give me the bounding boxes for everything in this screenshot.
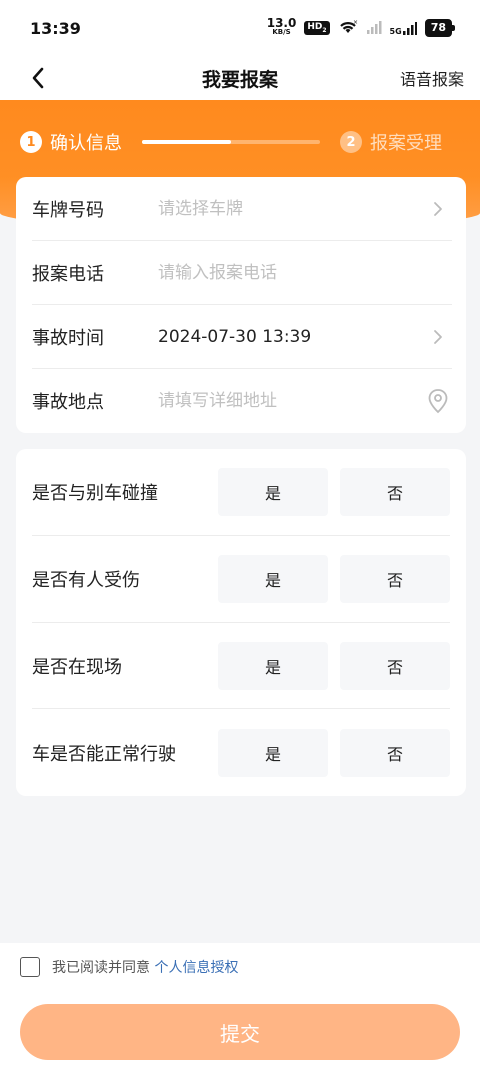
step-report-accepted: 2 报案受理 xyxy=(340,129,442,155)
nav-bar: 我要报案 语音报案 xyxy=(0,56,480,100)
page-title: 我要报案 xyxy=(201,68,278,91)
step-indicator: 1 确认信息 2 报案受理 xyxy=(20,128,460,156)
location-pin-icon[interactable] xyxy=(426,389,450,414)
hd-icon: HD2 xyxy=(304,21,330,35)
personal-info-link[interactable]: 个人信息授权 xyxy=(154,960,238,976)
voice-report-button[interactable]: 语音报案 xyxy=(400,66,464,90)
step-label: 报案受理 xyxy=(370,133,442,154)
chevron-right-icon xyxy=(426,197,450,221)
yes-button[interactable]: 是 xyxy=(218,641,328,690)
net-speed: 13.0 KB/S xyxy=(266,16,297,37)
row-label: 车牌号码 xyxy=(32,200,104,221)
no-button[interactable]: 否 xyxy=(340,555,450,604)
no-button[interactable]: 否 xyxy=(340,468,450,517)
yes-button[interactable]: 是 xyxy=(218,555,328,604)
accident-time-value[interactable]: 2024-07-30 13:39 xyxy=(158,327,426,347)
wifi-icon: × xyxy=(338,19,358,38)
chevron-left-icon xyxy=(32,67,44,89)
step-confirm-info: 1 确认信息 xyxy=(20,129,122,155)
question-label: 是否在现场 xyxy=(32,656,122,678)
submit-button[interactable]: 提交 xyxy=(20,1004,460,1060)
question-collision: 是否与别车碰撞 是 否 xyxy=(16,449,466,536)
step-number: 2 xyxy=(340,131,362,153)
row-label: 事故时间 xyxy=(32,328,104,349)
battery-icon: 78 xyxy=(424,19,456,37)
battery-level: 78 xyxy=(430,21,446,34)
step-label: 确认信息 xyxy=(50,133,122,154)
plate-number-row[interactable]: 车牌号码 xyxy=(16,177,466,241)
bottom-bar: 我已阅读并同意 个人信息授权 提交 xyxy=(0,943,480,1073)
back-button[interactable] xyxy=(20,60,56,96)
report-phone-row[interactable]: 报案电话 xyxy=(16,241,466,305)
status-bar: 13:39 13.0 KB/S HD2 × 5G 78 xyxy=(0,0,480,56)
question-at-scene: 是否在现场 是 否 xyxy=(16,623,466,710)
accident-time-row[interactable]: 事故时间 2024-07-30 13:39 xyxy=(16,305,466,369)
question-label: 车是否能正常行驶 xyxy=(32,743,176,765)
question-label: 是否与别车碰撞 xyxy=(32,483,158,505)
question-label: 是否有人受伤 xyxy=(32,570,140,592)
accident-location-field[interactable] xyxy=(158,391,426,411)
step-number: 1 xyxy=(20,131,42,153)
net-speed-unit: KB/S xyxy=(272,28,291,36)
row-label: 事故地点 xyxy=(32,392,104,413)
no-button[interactable]: 否 xyxy=(340,728,450,777)
row-icon-spacer xyxy=(426,261,450,285)
question-injury: 是否有人受伤 是 否 xyxy=(16,536,466,623)
row-label: 报案电话 xyxy=(32,264,104,285)
net-speed-value: 13.0 xyxy=(266,16,297,30)
hd-label: HD xyxy=(307,22,323,33)
chevron-right-icon xyxy=(426,325,450,349)
report-phone-field[interactable] xyxy=(158,263,426,283)
info-card: 车牌号码 报案电话 事故时间 2024-07-30 13:39 事故地点 xyxy=(16,177,466,433)
accident-location-row[interactable]: 事故地点 xyxy=(16,369,466,433)
agreement-text: 我已阅读并同意 xyxy=(52,960,150,976)
no-button[interactable]: 否 xyxy=(340,641,450,690)
questions-card: 是否与别车碰撞 是 否 是否有人受伤 是 否 是否在现场 是 否 车是否能正常行… xyxy=(16,449,466,796)
status-time: 13:39 xyxy=(30,18,81,38)
network-type: 5G xyxy=(389,27,402,36)
plate-number-field[interactable] xyxy=(158,199,426,219)
signal-icon-2: 5G xyxy=(390,20,417,36)
hd-sub: 2 xyxy=(322,26,327,34)
agreement-checkbox[interactable] xyxy=(20,957,40,977)
status-icons: 13.0 KB/S HD2 × 5G 78 xyxy=(266,16,456,38)
yes-button[interactable]: 是 xyxy=(218,468,328,517)
question-drivable: 车是否能正常行驶 是 否 xyxy=(16,709,466,796)
step-progress-fill xyxy=(142,140,231,144)
svg-text:×: × xyxy=(353,19,358,26)
yes-button[interactable]: 是 xyxy=(218,728,328,777)
signal-icon-1 xyxy=(366,19,382,38)
agreement-row: 我已阅读并同意 个人信息授权 xyxy=(20,957,238,977)
step-progress-track xyxy=(142,140,320,144)
